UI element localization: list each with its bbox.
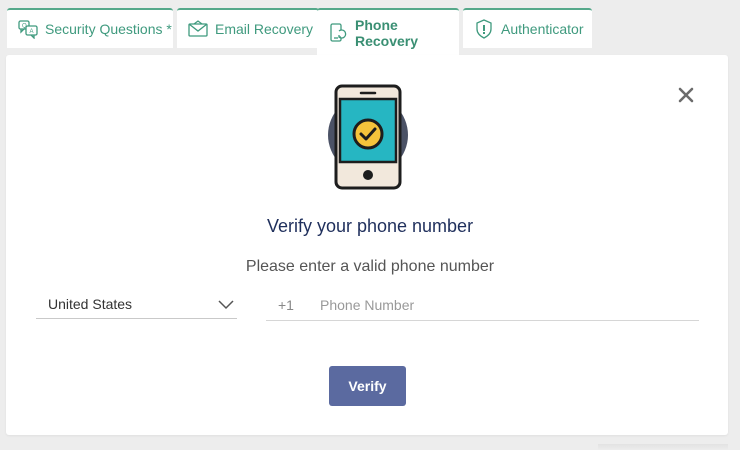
shield-check-icon — [474, 19, 494, 39]
svg-text:Q: Q — [22, 24, 27, 30]
country-select[interactable]: United States — [36, 290, 237, 319]
tab-authenticator[interactable]: Authenticator — [463, 8, 592, 48]
tab-label: Authenticator — [501, 21, 584, 37]
envelope-icon — [188, 19, 208, 39]
dialog-subtitle: Please enter a valid phone number — [245, 258, 495, 275]
dialog-title: Verify your phone number — [266, 216, 474, 236]
verify-button[interactable]: Verify — [329, 366, 406, 406]
phone-sync-icon — [328, 22, 348, 43]
country-select-value: United States — [48, 296, 133, 312]
tab-label: Email Recovery — [215, 21, 314, 37]
tab-phone-recovery[interactable]: Phone Recovery — [317, 8, 459, 55]
tab-label: Phone Recovery — [355, 16, 419, 49]
tab-email-recovery[interactable]: Email Recovery — [177, 8, 319, 48]
phone-number-field: +1 — [266, 290, 699, 321]
chevron-down-icon — [218, 300, 234, 310]
shadow-divider — [598, 444, 728, 450]
close-icon[interactable] — [674, 83, 698, 107]
svg-text:A: A — [30, 29, 34, 35]
tab-label: Security Questions * — [45, 21, 172, 37]
phone-number-input[interactable] — [320, 297, 699, 313]
qa-chat-icon: Q A — [18, 19, 38, 39]
tab-security-questions[interactable]: Q A Security Questions * — [7, 8, 173, 48]
phone-check-icon — [326, 84, 410, 190]
dial-code: +1 — [278, 297, 294, 313]
